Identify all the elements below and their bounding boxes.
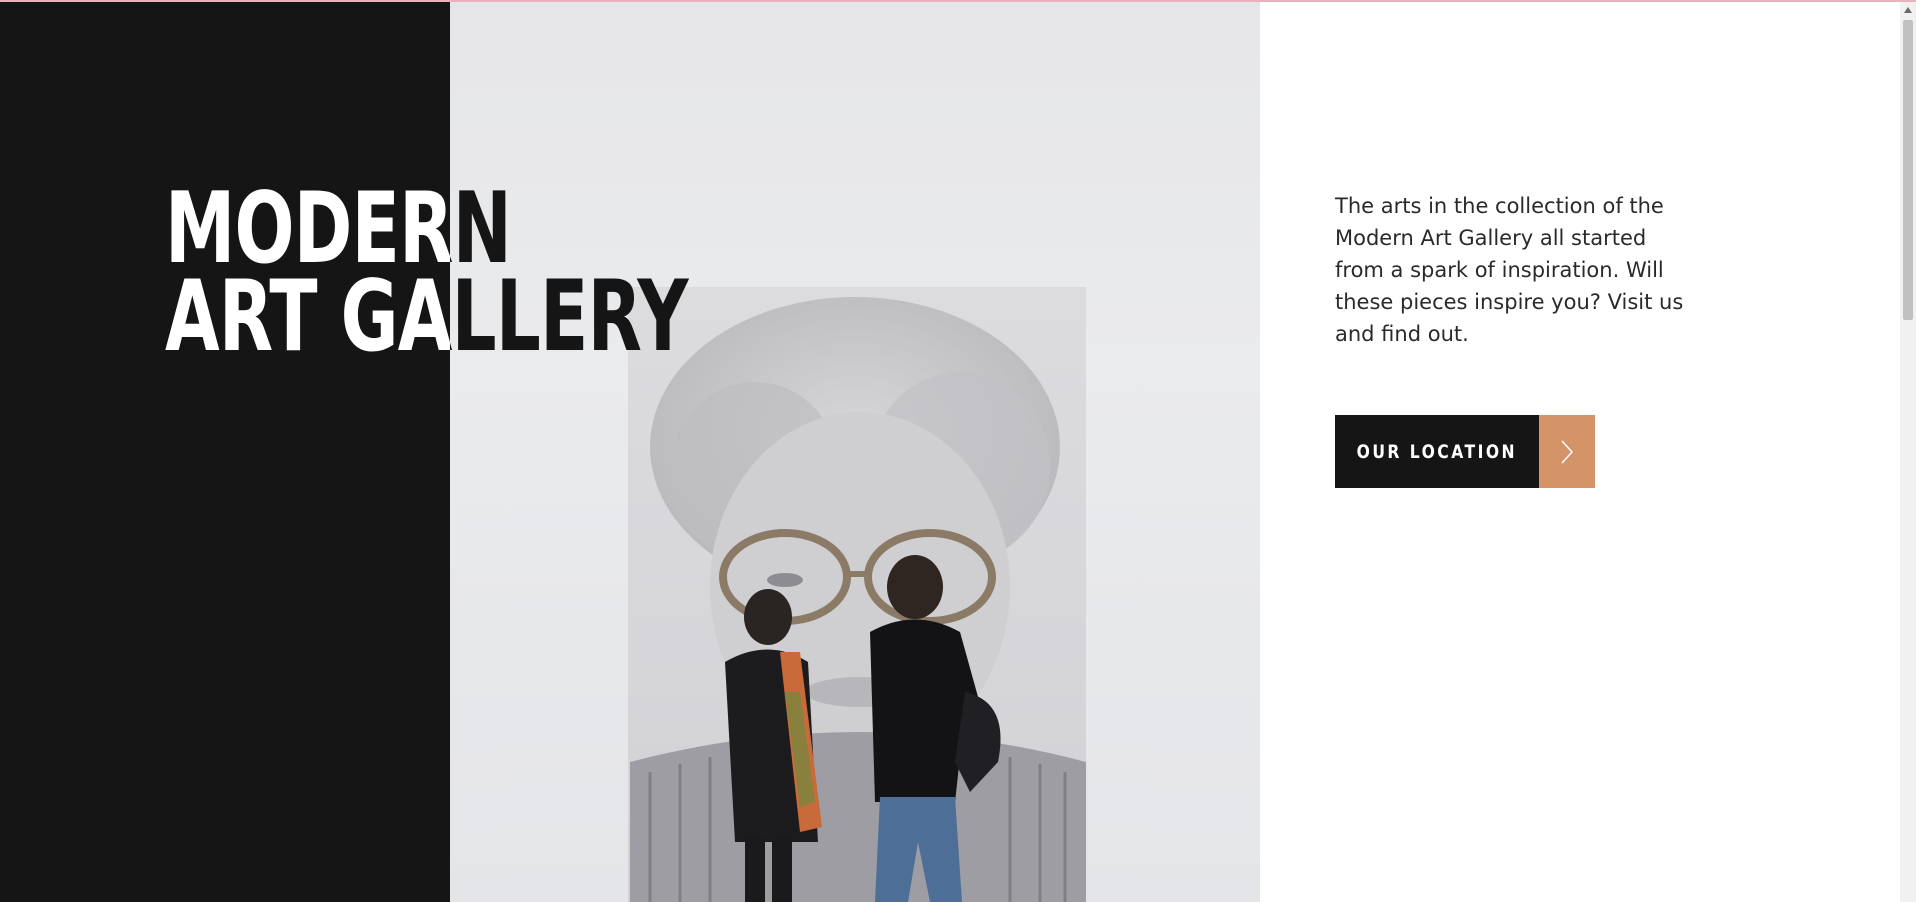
hero-title-line-2: ART GALLERY — [165, 260, 450, 374]
scrollbar-thumb[interactable] — [1903, 20, 1913, 320]
hero-title-dark-layer: MODERN ART GALLERY — [450, 0, 1916, 902]
hero-title-light-layer: MODERN ART GALLERY — [0, 0, 450, 902]
our-location-label-box[interactable]: OUR LOCATION — [1335, 415, 1539, 488]
vertical-scrollbar[interactable] — [1900, 2, 1916, 902]
our-location-label: OUR LOCATION — [1356, 440, 1518, 463]
chevron-right-icon-glyph — [1561, 439, 1574, 464]
hero-title: MODERN ART GALLERY — [165, 180, 450, 374]
chevron-right-icon[interactable] — [1539, 415, 1595, 488]
hero-title-line-2-overlay: ART GALLERY — [450, 260, 688, 374]
hero-title-overlay: MODERN ART GALLERY — [450, 180, 891, 374]
scroll-up-arrow-icon[interactable] — [1900, 2, 1916, 18]
our-location-button[interactable]: OUR LOCATION — [1335, 415, 1595, 488]
hero-description: The arts in the collection of the Modern… — [1335, 194, 1684, 346]
